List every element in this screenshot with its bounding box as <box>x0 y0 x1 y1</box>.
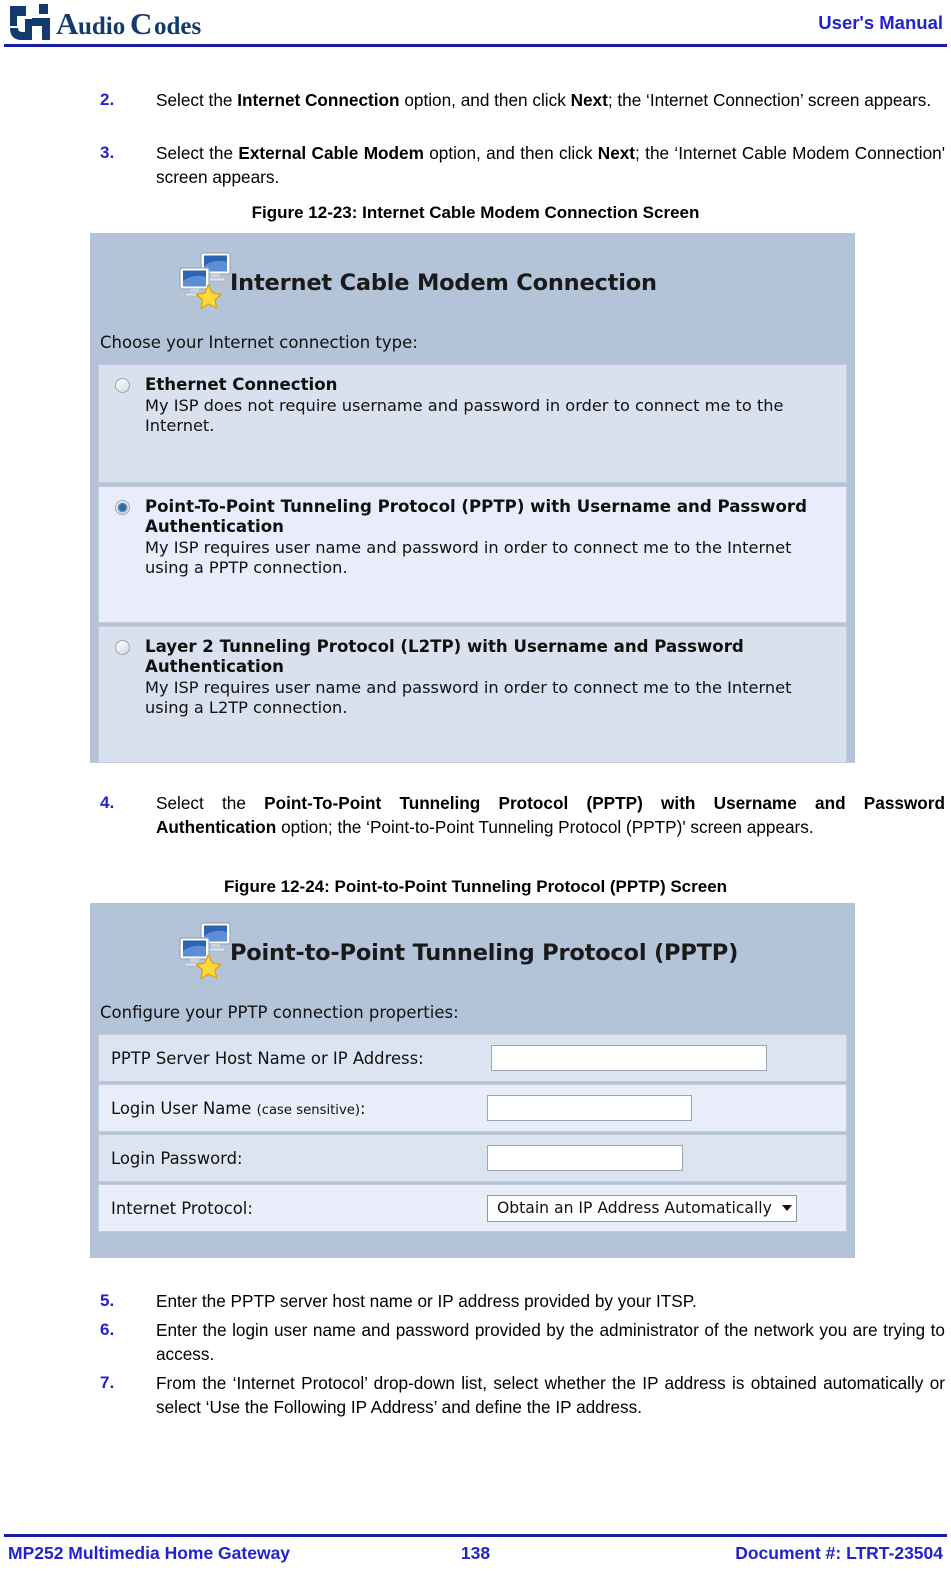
step-item-2: 2. Select the Internet Connection option… <box>100 88 945 112</box>
radio-button-ethernet[interactable] <box>115 378 130 393</box>
figure-2-title: Point-to-Point Tunneling Protocol (PPTP) <box>230 940 739 966</box>
footer-document-number: Document #: LTRT-23504 <box>735 1543 943 1563</box>
step-item-4: 4. Select the Point-To-Point Tunneling P… <box>100 791 945 839</box>
step-text: From the ‘Internet Protocol’ drop-down l… <box>156 1373 945 1417</box>
internet-protocol-select[interactable]: Obtain an IP Address Automatically <box>487 1194 797 1222</box>
option-description: My ISP requires user name and password i… <box>145 678 792 717</box>
step-number: 7. <box>100 1373 115 1392</box>
figure-1-header: Internet Cable Modem Connection <box>90 233 855 333</box>
radio-button-pptp[interactable] <box>115 500 130 515</box>
step-item-3: 3. Select the External Cable Modem optio… <box>100 141 945 189</box>
field-label: PPTP Server Host Name or IP Address: <box>111 1048 424 1068</box>
option-description: My ISP does not require username and pas… <box>145 396 784 435</box>
field-label-main: Login User Name <box>111 1098 257 1118</box>
option-description: My ISP requires user name and password i… <box>145 538 792 577</box>
internet-protocol-selected-value: Obtain an IP Address Automatically <box>497 1199 772 1217</box>
step-item-7: 7. From the ‘Internet Protocol’ drop-dow… <box>100 1371 945 1419</box>
form-row-internet-protocol: Internet Protocol: Obtain an IP Address … <box>98 1184 847 1232</box>
step-text: Select the Point-To-Point Tunneling Prot… <box>156 793 945 837</box>
field-label: Internet Protocol: <box>111 1198 253 1218</box>
svg-text:A: A <box>56 6 79 41</box>
field-label-note: (case sensitive) <box>256 1102 361 1118</box>
footer-divider <box>4 1534 947 1537</box>
header-divider <box>4 44 947 47</box>
figure-2-screenshot: Point-to-Point Tunneling Protocol (PPTP)… <box>90 903 855 1258</box>
audiocodes-logo-icon: A udio C odes <box>8 2 238 44</box>
step-item-5: 5. Enter the PPTP server host name or IP… <box>100 1289 945 1313</box>
form-row-login-user-name: Login User Name (case sensitive): <box>98 1084 847 1132</box>
figure-2-header: Point-to-Point Tunneling Protocol (PPTP) <box>90 903 855 1003</box>
figure-1-subtitle: Choose your Internet connection type: <box>100 333 418 352</box>
network-computers-star-icon <box>175 919 237 981</box>
radio-button-l2tp[interactable] <box>115 640 130 655</box>
step-item-6: 6. Enter the login user name and passwor… <box>100 1318 945 1366</box>
login-user-name-input[interactable] <box>487 1095 692 1121</box>
option-l2tp[interactable]: Layer 2 Tunneling Protocol (L2TP) with U… <box>98 626 847 763</box>
step-text: Enter the PPTP server host name or IP ad… <box>156 1291 697 1311</box>
network-computers-star-icon <box>175 249 237 311</box>
step-number: 3. <box>100 143 115 162</box>
step-text: Select the External Cable Modem option, … <box>156 143 946 187</box>
page-footer: MP252 Multimedia Home Gateway 138 Docume… <box>0 1543 951 1571</box>
step-number: 5. <box>100 1291 115 1310</box>
login-password-input[interactable] <box>487 1145 683 1171</box>
step-number: 6. <box>100 1320 115 1339</box>
figure-1-caption: Figure 12-23: Internet Cable Modem Conne… <box>251 203 700 222</box>
page-header: A udio C odes User's Manual <box>0 0 951 50</box>
field-label: Login Password: <box>111 1148 243 1168</box>
field-label: Login User Name (case sensitive): <box>111 1099 366 1118</box>
figure-2-caption: Figure 12-24: Point-to-Point Tunneling P… <box>223 877 728 896</box>
figure-2-form: PPTP Server Host Name or IP Address: Log… <box>90 1034 855 1244</box>
option-title: Point-To-Point Tunneling Protocol (PPTP)… <box>145 497 807 536</box>
step-number: 2. <box>100 90 115 109</box>
option-ethernet-connection[interactable]: Ethernet Connection My ISP does not requ… <box>98 364 847 483</box>
svg-text:udio: udio <box>78 13 125 40</box>
radio-selected-dot <box>119 504 126 511</box>
svg-text:C: C <box>130 6 152 41</box>
form-row-pptp-server: PPTP Server Host Name or IP Address: <box>98 1034 847 1082</box>
option-title: Layer 2 Tunneling Protocol (L2TP) with U… <box>145 637 744 676</box>
chevron-down-icon <box>781 1205 792 1211</box>
pptp-server-host-input[interactable] <box>491 1045 767 1071</box>
figure-1-options-list: Ethernet Connection My ISP does not requ… <box>90 364 855 776</box>
step-text: Enter the login user name and password p… <box>156 1320 945 1364</box>
svg-text:odes: odes <box>154 13 202 40</box>
figure-1-screenshot: Internet Cable Modem Connection Choose y… <box>90 233 855 763</box>
option-title: Ethernet Connection <box>145 375 338 394</box>
header-document-type: User's Manual <box>818 12 943 33</box>
step-number: 4. <box>100 793 115 812</box>
step-text: Select the Internet Connection option, a… <box>156 90 932 110</box>
form-row-login-password: Login Password: <box>98 1134 847 1182</box>
field-label-tail: : <box>360 1098 366 1118</box>
figure-2-subtitle: Configure your PPTP connection propertie… <box>100 1003 459 1022</box>
figure-1-title: Internet Cable Modem Connection <box>230 270 657 296</box>
option-pptp[interactable]: Point-To-Point Tunneling Protocol (PPTP)… <box>98 486 847 623</box>
